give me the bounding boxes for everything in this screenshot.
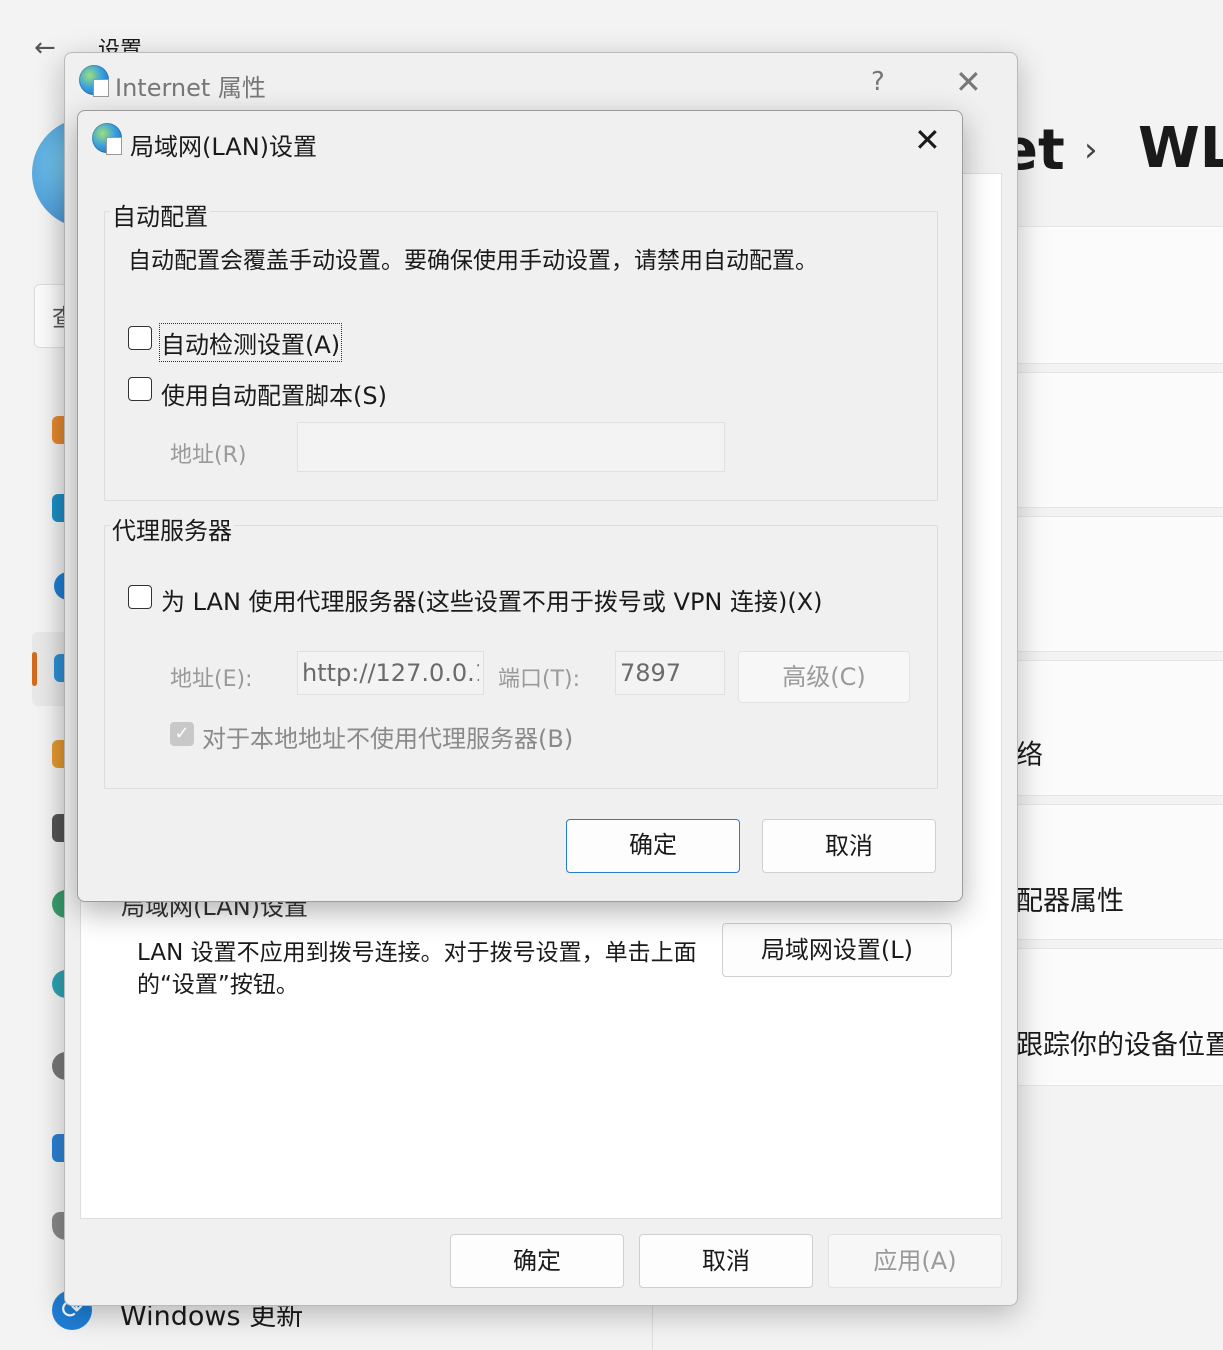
lan-settings-dialog: 局域网(LAN)设置 ✕ 自动配置 自动配置会覆盖手动设置。要确保使用手动设置，… [77,110,963,902]
bypass-local-checkbox[interactable]: ✓ [170,722,194,746]
cancel-button[interactable]: 取消 [762,819,936,873]
settings-card[interactable] [1016,516,1223,652]
ok-button[interactable]: 确定 [450,1234,624,1288]
internet-doc-icon [106,137,122,155]
lan-settings-title: 局域网(LAN)设置 [130,133,318,161]
lan-description: LAN 设置不应用到拨号连接。对于拨号设置，单击上面的“设置”按钮。 [137,940,697,998]
apply-button[interactable]: 应用(A) [828,1234,1002,1288]
script-address-label: 地址(R) [170,443,247,468]
settings-card-label: 配器属性 [1016,886,1124,917]
settings-card-label: 跟踪你的设备位置 [1016,1030,1223,1061]
use-script-checkbox[interactable] [128,377,152,401]
settings-card[interactable]: 配器属性 [1016,804,1223,940]
ok-button[interactable]: 确定 [566,819,740,873]
back-arrow-icon[interactable]: ← [34,34,64,62]
lan-settings-titlebar[interactable]: 局域网(LAN)设置 ✕ [78,111,962,169]
close-icon[interactable]: ✕ [914,121,941,159]
cancel-button[interactable]: 取消 [639,1234,813,1288]
use-proxy-checkbox[interactable] [128,585,152,609]
breadcrumb-current: WL [1138,116,1223,181]
lan-settings-button[interactable]: 局域网设置(L) [722,923,952,977]
settings-card[interactable]: 跟踪你的设备位置 [1016,948,1223,1086]
script-address-input[interactable] [297,422,725,472]
proxy-port-label: 端口(T): [498,667,581,692]
help-icon[interactable]: ? [871,67,885,97]
nav-selection-indicator [32,652,37,686]
auto-detect-checkbox[interactable] [128,326,152,350]
bypass-local-label[interactable]: 对于本地地址不使用代理服务器(B) [202,719,573,754]
auto-config-group-label: 自动配置 [110,197,210,232]
auto-detect-label[interactable]: 自动检测设置(A) [158,323,343,362]
internet-properties-titlebar[interactable]: Internet 属性 ? ✕ [65,53,1017,111]
proxy-port-input[interactable] [615,651,725,695]
close-icon[interactable]: ✕ [955,63,982,101]
pane-divider [652,1300,653,1350]
proxy-address-input[interactable] [297,651,484,695]
settings-card[interactable] [1016,226,1223,364]
proxy-server-group-label: 代理服务器 [110,511,234,546]
settings-card[interactable]: 络 [1016,660,1223,796]
breadcrumb-chevron-icon: › [1084,130,1098,170]
use-proxy-label[interactable]: 为 LAN 使用代理服务器(这些设置不用于拨号或 VPN 连接)(X) [161,582,823,617]
use-script-label[interactable]: 使用自动配置脚本(S) [161,376,387,411]
proxy-address-label: 地址(E): [170,667,253,692]
internet-doc-icon [93,79,109,97]
settings-card[interactable] [1016,372,1223,508]
internet-properties-title: Internet 属性 [115,74,266,102]
settings-card-label: 络 [1016,740,1043,771]
advanced-button[interactable]: 高级(C) [738,651,910,703]
auto-config-description: 自动配置会覆盖手动设置。要确保使用手动设置，请禁用自动配置。 [128,248,818,274]
